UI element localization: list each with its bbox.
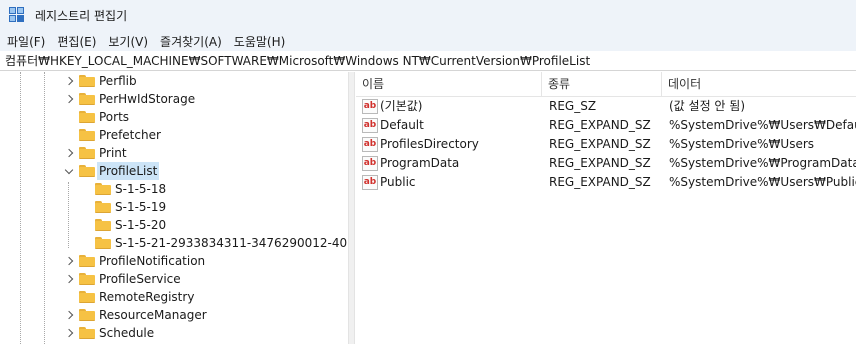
tree-item[interactable]: Ports [0, 108, 340, 126]
chevron-right-icon[interactable] [63, 306, 75, 324]
tree-item-label: Schedule [99, 326, 155, 340]
address-bar[interactable]: 컴퓨터₩HKEY_LOCAL_MACHINE₩SOFTWARE₩Microsof… [0, 51, 856, 71]
menu-view[interactable]: 보기(V) [108, 33, 148, 50]
value-type: REG_EXPAND_SZ [549, 137, 651, 151]
list-item[interactable]: ab ProfilesDirectory REG_EXPAND_SZ %SystemD… [356, 135, 856, 154]
tree-item-label: ProfileService [99, 272, 181, 286]
folder-icon [79, 111, 95, 123]
registry-tree[interactable]: Perflib PerHwIdStorage Ports Prefetcher Prin… [0, 72, 348, 344]
chevron-down-icon[interactable] [63, 162, 75, 180]
value-type: REG_EXPAND_SZ [549, 156, 651, 170]
value-type: REG_EXPAND_SZ [549, 118, 651, 132]
tree-item-label: ResourceManager [99, 308, 207, 322]
value-name: ProgramData [380, 156, 460, 170]
title-bar: 레지스트리 편집기 [0, 0, 856, 31]
column-header-type[interactable]: 종류 [542, 72, 662, 97]
tree-item-label: S-1-5-19 [115, 200, 167, 214]
tree-item[interactable]: PerHwIdStorage [0, 90, 340, 108]
folder-icon [79, 129, 95, 141]
folder-icon [79, 93, 95, 105]
folder-icon [79, 291, 95, 303]
value-list[interactable]: 이름 종류 데이터 ab (기본값) REG_SZ (값 설정 안 됨) ab Defau… [356, 72, 856, 344]
folder-icon [79, 165, 95, 177]
tree-item[interactable]: Schedule [0, 324, 340, 342]
value-type: REG_EXPAND_SZ [549, 175, 651, 189]
value-data: %SystemDrive%₩Users₩Public [669, 175, 856, 189]
chevron-right-icon[interactable] [63, 252, 75, 270]
folder-icon [95, 201, 111, 213]
value-data: (값 설정 안 됨) [669, 99, 746, 113]
tree-item[interactable]: S-1-5-19 [0, 198, 340, 216]
tree-item[interactable]: ResourceManager [0, 306, 340, 324]
tree-item-label: Ports [99, 110, 130, 124]
chevron-right-icon[interactable] [63, 270, 75, 288]
column-header-data[interactable]: 데이터 [662, 72, 856, 97]
menu-edit[interactable]: 편집(E) [57, 33, 96, 50]
menu-file[interactable]: 파일(F) [7, 33, 45, 50]
tree-item-label: S-1-5-20 [115, 218, 167, 232]
folder-icon [79, 309, 95, 321]
chevron-right-icon[interactable] [63, 144, 75, 162]
chevron-right-icon[interactable] [63, 72, 75, 90]
folder-icon [95, 237, 111, 249]
address-path[interactable]: 컴퓨터₩HKEY_LOCAL_MACHINE₩SOFTWARE₩Microsof… [5, 52, 590, 69]
tree-item[interactable]: S-1-5-20 [0, 216, 340, 234]
tree-item-label: PerHwIdStorage [99, 92, 196, 106]
value-name: ProfilesDirectory [380, 137, 479, 151]
string-value-icon: ab [362, 99, 378, 114]
column-header-name[interactable]: 이름 [356, 72, 542, 97]
folder-icon [79, 327, 95, 339]
value-data: %SystemDrive%₩Users [669, 137, 815, 151]
value-name: Public [380, 175, 416, 189]
folder-icon [79, 273, 95, 285]
value-data: %SystemDrive%₩Users₩Default [669, 118, 856, 132]
string-value-icon: ab [362, 175, 378, 190]
tree-item[interactable]: Perflib [0, 72, 340, 90]
list-item[interactable]: ab ProgramData REG_EXPAND_SZ %SystemDrive%₩… [356, 154, 856, 173]
chevron-right-icon[interactable] [63, 90, 75, 108]
menu-favorites[interactable]: 즐겨찾기(A) [160, 33, 222, 50]
list-header: 이름 종류 데이터 [356, 72, 856, 97]
window-title: 레지스트리 편집기 [35, 9, 128, 23]
list-item[interactable]: ab (기본값) REG_SZ (값 설정 안 됨) [356, 97, 856, 116]
value-name: Default [380, 118, 424, 132]
tree-item[interactable]: ProfileNotification [0, 252, 340, 270]
pane-splitter[interactable] [348, 72, 355, 344]
tree-item-label: Print [99, 146, 127, 160]
tree-item-label: S-1-5-18 [115, 182, 167, 196]
value-data: %SystemDrive%₩ProgramData [669, 156, 856, 170]
menu-bar: 파일(F) 편집(E) 보기(V) 즐겨찾기(A) 도움말(H) [0, 31, 856, 51]
list-item[interactable]: ab Public REG_EXPAND_SZ %SystemDrive%₩Users… [356, 173, 856, 192]
registry-editor-icon [9, 7, 26, 24]
chevron-right-icon[interactable] [63, 324, 75, 342]
folder-icon [79, 75, 95, 87]
tree-item[interactable]: RemoteRegistry [0, 288, 340, 306]
tree-item-label: ProfileList [97, 162, 160, 180]
tree-item[interactable]: Print [0, 144, 340, 162]
tree-item[interactable]: ProfileList [0, 162, 340, 180]
list-item[interactable]: ab Default REG_EXPAND_SZ %SystemDrive%₩User… [356, 116, 856, 135]
value-type: REG_SZ [549, 99, 597, 113]
tree-item-label: Perflib [99, 74, 137, 88]
string-value-icon: ab [362, 118, 378, 133]
tree-item-label: Prefetcher [99, 128, 161, 142]
folder-icon [95, 219, 111, 231]
tree-item-label: ProfileNotification [99, 254, 206, 268]
value-name: (기본값) [380, 99, 423, 113]
tree-item[interactable]: Prefetcher [0, 126, 340, 144]
folder-icon [79, 147, 95, 159]
tree-item[interactable]: S-1-5-18 [0, 180, 340, 198]
string-value-icon: ab [362, 156, 378, 171]
tree-item-label: S-1-5-21-2933834311-3476290012-40 [115, 236, 348, 250]
string-value-icon: ab [362, 137, 378, 152]
folder-icon [95, 183, 111, 195]
tree-item-label: RemoteRegistry [99, 290, 195, 304]
folder-icon [79, 255, 95, 267]
menu-help[interactable]: 도움말(H) [234, 33, 286, 50]
tree-item[interactable]: S-1-5-21-2933834311-3476290012-40 [0, 234, 347, 252]
tree-item[interactable]: ProfileService [0, 270, 340, 288]
